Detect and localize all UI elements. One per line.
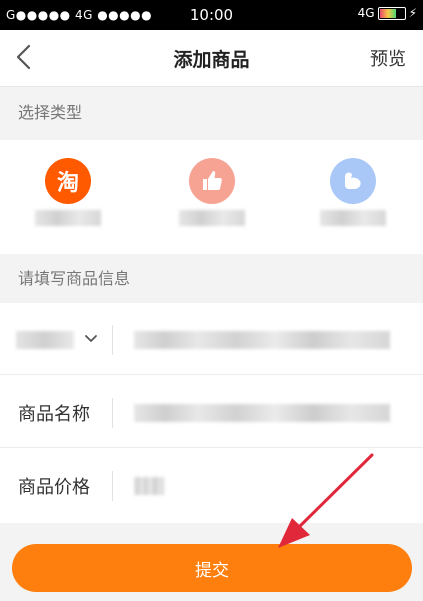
status-bar: G●●●●● 4G ●●●●● 10:00 4G ⚡ (0, 0, 423, 30)
category-row (0, 303, 423, 375)
divider (112, 471, 113, 501)
divider (112, 398, 113, 428)
section-label-type: 选择类型 (0, 88, 423, 138)
section-label-info: 请填写商品信息 (0, 254, 423, 304)
thumbs-up-icon (189, 158, 235, 204)
page-title: 添加商品 (173, 49, 250, 71)
name-label: 商品名称 (18, 404, 90, 425)
type-selector: 淘 (0, 140, 423, 254)
type-label-blurred (179, 210, 245, 226)
type-label-blurred (320, 210, 386, 226)
divider (112, 325, 113, 355)
price-row: 商品价格 (0, 449, 423, 521)
type-option-like[interactable] (167, 158, 257, 238)
price-input-blurred[interactable] (134, 477, 164, 495)
category-value-blurred[interactable] (134, 331, 390, 349)
nav-bar: 添加商品 预览 (0, 30, 423, 87)
preview-button[interactable]: 预览 (370, 45, 406, 71)
network-label: 4G (357, 6, 375, 20)
type-label-blurred (35, 210, 101, 226)
product-form: 商品名称 商品价格 (0, 303, 423, 523)
type-option-taobao[interactable]: 淘 (23, 158, 113, 238)
muscle-icon (330, 158, 376, 204)
status-right: 4G ⚡ (358, 6, 417, 20)
category-select-blurred[interactable] (16, 331, 74, 349)
charging-icon: ⚡ (408, 6, 417, 20)
submit-button[interactable]: 提交 (12, 544, 412, 592)
price-label: 商品价格 (18, 477, 90, 498)
type-option-strong[interactable] (308, 158, 398, 238)
name-row: 商品名称 (0, 376, 423, 448)
battery-icon (377, 6, 406, 20)
chevron-down-icon[interactable] (84, 331, 98, 345)
name-input-blurred[interactable] (134, 404, 390, 422)
taobao-icon: 淘 (45, 158, 91, 204)
